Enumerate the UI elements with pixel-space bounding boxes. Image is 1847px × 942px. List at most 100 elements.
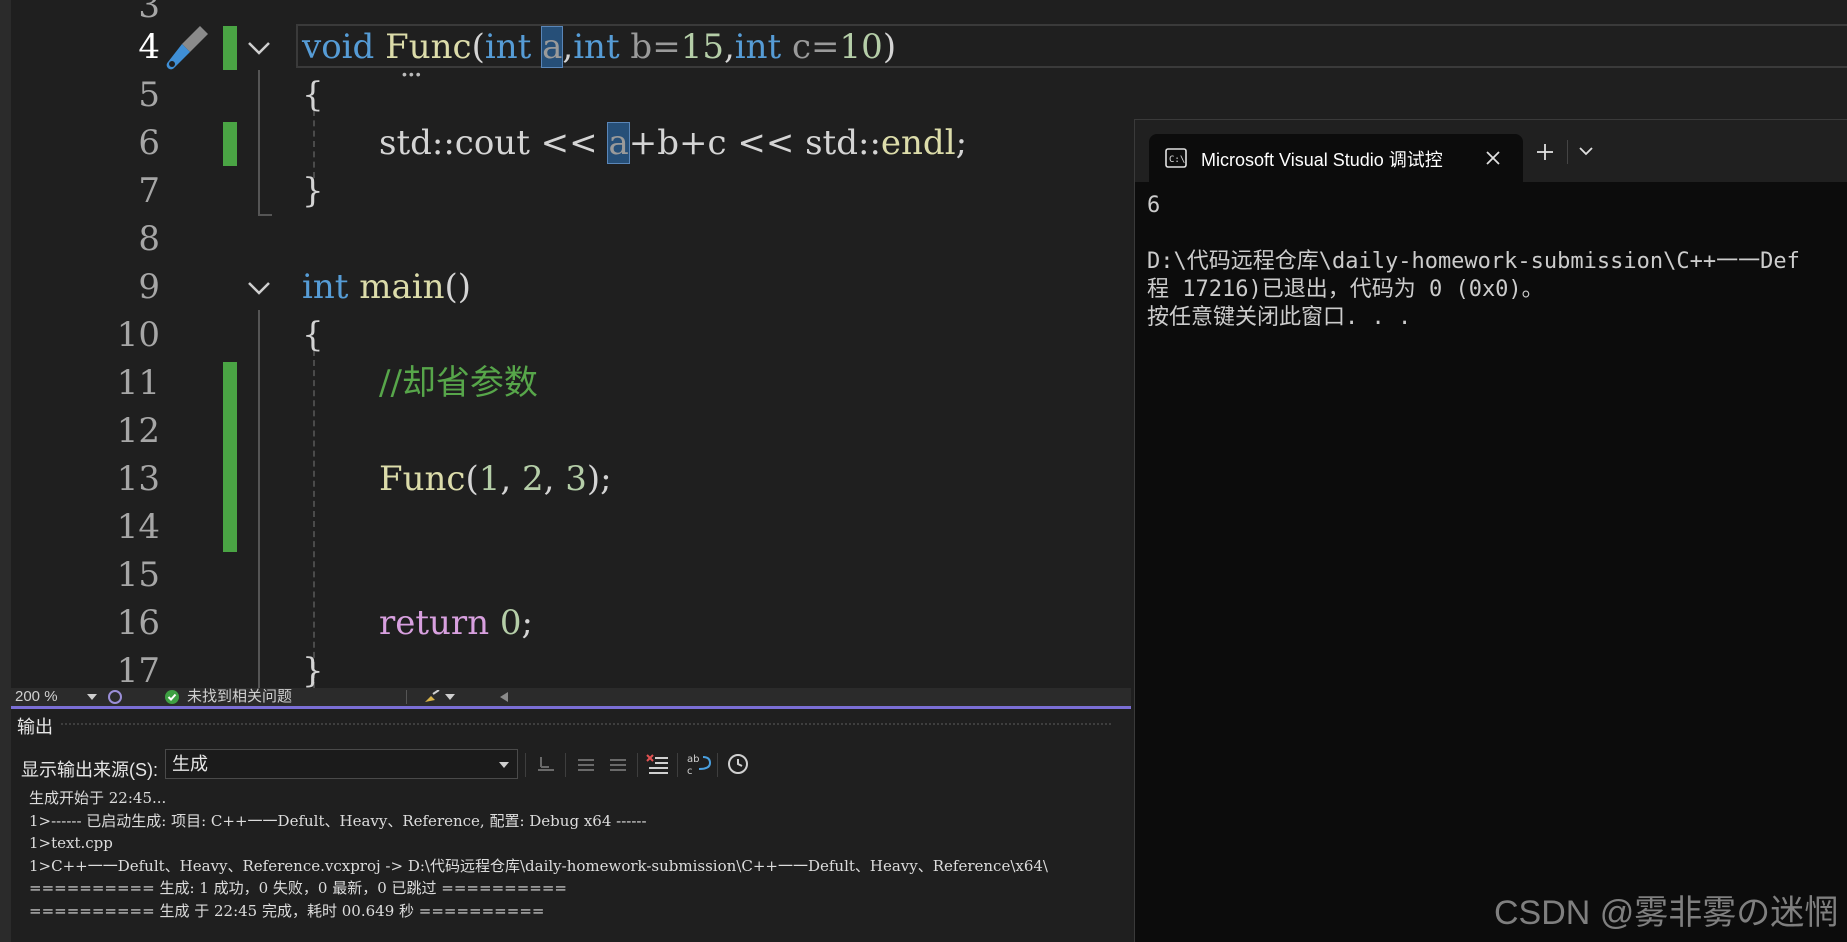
editor-gutter <box>11 0 63 688</box>
punct-token: ; <box>521 603 534 643</box>
fold-chevron-icon[interactable] <box>246 278 272 298</box>
svg-text:c: c <box>687 766 693 777</box>
watermark-text: CSDN @雾非雾の迷惘 <box>1494 894 1839 932</box>
punct-token: ) <box>882 27 897 67</box>
output-line: 1>text.cpp <box>29 834 113 852</box>
keyword-token: int <box>484 27 532 67</box>
number-token: 15 <box>680 27 724 67</box>
punct-token: () <box>444 267 472 307</box>
keyword-token: int <box>302 267 349 307</box>
punct-token: , <box>562 27 574 67</box>
output-line: ========== 生成: 1 成功，0 失败，0 最新，0 已跳过 ====… <box>29 879 567 897</box>
clock-icon[interactable] <box>725 751 751 777</box>
line-number: 5 <box>138 75 160 115</box>
output-line: 1>------ 已启动生成: 项目: C++一一Defult、Heavy、Re… <box>29 811 647 830</box>
quick-actions-screwdriver-icon[interactable] <box>160 22 212 74</box>
line-number: 7 <box>138 171 160 211</box>
line-number: 4 <box>138 27 160 67</box>
code-line-5[interactable]: { <box>302 71 324 119</box>
output-panel: 输出 显示输出来源(S): 生成 ab c 生成开始于 22:45... 1>---… <box>11 709 1136 942</box>
zoom-level[interactable]: 200 % <box>15 688 58 706</box>
code-line-10[interactable]: { <box>302 311 324 359</box>
code-token: std::cout << <box>379 123 609 163</box>
line-number: 16 <box>116 603 160 643</box>
line-number: 12 <box>116 411 160 451</box>
panel-drag-handle[interactable] <box>61 723 1111 729</box>
console-line: 按任意键关闭此窗口. . . <box>1147 305 1412 330</box>
tab-bar-divider <box>1567 140 1568 164</box>
ellipsis-hint-icon: ••• <box>402 66 423 82</box>
next-message-icon[interactable] <box>605 751 631 777</box>
editor-status-strip: 200 % 未找到相关问题 <box>11 688 1131 706</box>
toolbar-separator <box>565 753 566 777</box>
keyword-token: void <box>302 27 375 67</box>
code-line-6[interactable]: std::cout << a+b+c << std::endl; <box>379 119 967 167</box>
code-line-13[interactable]: Func(1, 2, 3); <box>379 455 612 503</box>
output-source-select[interactable]: 生成 <box>165 749 518 779</box>
keyword-token: int <box>734 27 782 67</box>
cleanup-brush-icon[interactable] <box>423 690 441 704</box>
number-token: 2 <box>521 459 544 499</box>
issues-status[interactable]: 未找到相关问题 <box>187 688 292 706</box>
param-token: c= <box>781 27 840 67</box>
clear-all-icon[interactable] <box>645 751 671 777</box>
output-line: 生成开始于 22:45... <box>29 789 167 807</box>
outline-guide <box>258 310 260 688</box>
word-wrap-icon[interactable]: abc <box>685 751 711 777</box>
console-tab[interactable]: C:\ Microsoft Visual Studio 调试控 <box>1149 134 1523 182</box>
fold-chevron-icon[interactable] <box>246 38 272 58</box>
output-log[interactable]: 生成开始于 22:45... 1>------ 已启动生成: 项目: C++一一D… <box>29 787 1048 922</box>
line-number: 8 <box>138 219 160 259</box>
toolbar-separator <box>637 753 638 777</box>
function-token: endl <box>880 123 956 163</box>
output-source-value: 生成 <box>172 754 208 774</box>
outline-guide <box>258 70 260 216</box>
previous-message-icon[interactable] <box>573 751 599 777</box>
check-circle-icon <box>165 690 179 704</box>
number-token: 3 <box>565 459 587 499</box>
punct-token: ); <box>586 459 612 499</box>
svg-text:C:\: C:\ <box>1169 155 1185 165</box>
chevron-down-icon[interactable] <box>1577 142 1595 160</box>
output-source-label: 显示输出来源(S): <box>21 760 158 780</box>
code-line-7[interactable]: } <box>302 167 324 215</box>
zoom-dropdown-icon[interactable] <box>87 694 97 700</box>
console-line: 程 17216)已退出，代码为 0 (0x0)。 <box>1147 277 1544 302</box>
go-to-error-icon[interactable] <box>533 751 559 777</box>
code-line-17[interactable]: } <box>302 647 324 688</box>
number-token: 10 <box>839 27 883 67</box>
outline-guide-end <box>258 214 272 216</box>
copilot-icon[interactable] <box>107 690 123 704</box>
cleanup-dropdown-icon[interactable] <box>445 694 455 700</box>
line-number: 6 <box>138 123 160 163</box>
function-token: Func <box>379 459 466 499</box>
output-panel-title: 输出 <box>17 717 53 737</box>
code-line-11-comment[interactable]: //却省参数 <box>379 359 538 407</box>
change-marker <box>223 26 237 70</box>
console-tab-bar: C:\ Microsoft Visual Studio 调试控 <box>1135 120 1847 182</box>
param-token: a <box>541 26 564 68</box>
function-token: Func <box>385 27 472 67</box>
punct-token: ; <box>955 123 968 163</box>
punct-token: ( <box>471 27 485 67</box>
function-token: main <box>348 267 445 307</box>
line-number: 11 <box>116 363 160 403</box>
output-line: ========== 生成 于 22:45 完成，耗时 00.649 秒 ===… <box>29 901 545 920</box>
new-tab-plus-icon[interactable] <box>1535 142 1555 162</box>
output-toolbar: 显示输出来源(S): 生成 ab c <box>11 745 1136 785</box>
change-marker <box>223 362 237 552</box>
code-line-16[interactable]: return 0; <box>379 599 533 647</box>
toolbar-separator <box>677 753 678 777</box>
line-number: 13 <box>116 459 160 499</box>
change-marker <box>223 122 237 166</box>
toolbar-separator <box>525 753 526 777</box>
number-token: 1 <box>478 459 501 499</box>
console-output[interactable]: 6 D:\代码远程仓库\daily-homework-submission\C++… <box>1147 192 1800 332</box>
debug-console-window[interactable]: C:\ Microsoft Visual Studio 调试控 6 D:\代码远程… <box>1134 119 1847 942</box>
code-line-9[interactable]: int main() <box>302 263 471 311</box>
scroll-left-icon[interactable] <box>500 692 508 702</box>
code-line-4[interactable]: void Func(int a,int b=15,int c=10) <box>302 23 896 71</box>
console-line: 6 <box>1147 193 1161 218</box>
close-tab-icon[interactable] <box>1485 150 1501 166</box>
console-line: D:\代码远程仓库\daily-homework-submission\C++一… <box>1147 249 1800 274</box>
